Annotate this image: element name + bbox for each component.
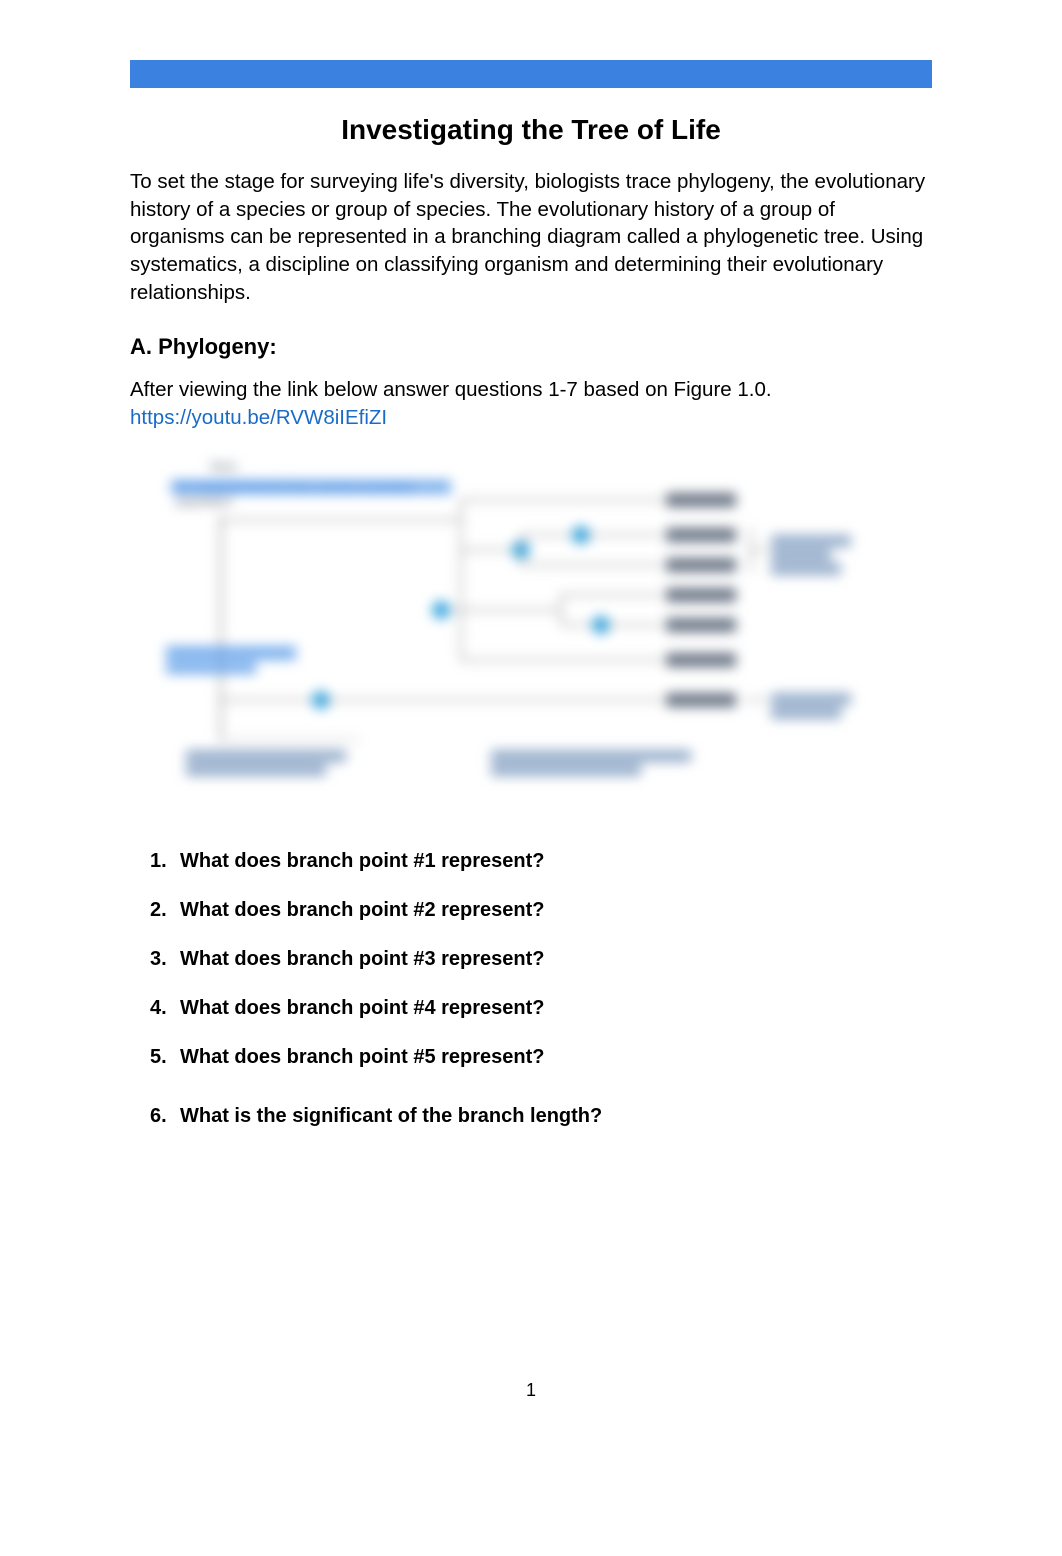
question-text: What does branch point #3 represent? [180,948,545,971]
question-number: 2. [150,899,180,922]
question-text: What does branch point #2 represent? [180,899,545,922]
page-number: 1 [526,1380,536,1401]
section-a-instruction: After viewing the link below answer ques… [130,376,932,404]
page-title: Investigating the Tree of Life [130,114,932,146]
question-number: 4. [150,997,180,1020]
question-4: 4. What does branch point #4 represent? [150,997,932,1020]
intro-paragraph: To set the stage for surveying life's di… [130,168,932,306]
svg-text:An unlabeled branch from commo: An unlabeled branch from common ancestra… [176,482,413,494]
question-text: What does branch point #4 represent? [180,997,545,1020]
question-text: What is the significant of the branch le… [180,1105,602,1128]
question-2: 2. What does branch point #2 represent? [150,899,932,922]
youtube-link[interactable]: https://youtu.be/RVW8iIEfiZI [130,406,387,430]
question-1: 1. What does branch point #1 represent? [150,850,932,873]
question-number: 3. [150,948,180,971]
document-page: Investigating the Tree of Life To set th… [0,0,1062,1556]
header-bar [130,60,932,88]
question-number: 5. [150,1046,180,1069]
svg-text:population: population [176,496,232,508]
question-text: What does branch point #1 represent? [180,850,545,873]
question-5: 5. What does branch point #5 represent? [150,1046,932,1069]
question-text: What does branch point #5 represent? [180,1046,545,1069]
section-a-heading: A. Phylogeny: [130,334,932,360]
question-number: 6. [150,1105,180,1128]
tree-svg: Root An unlabeled branch from common anc… [130,450,932,790]
question-3: 3. What does branch point #3 represent? [150,948,932,971]
questions-list: 1. What does branch point #1 represent? … [130,850,932,1128]
question-number: 1. [150,850,180,873]
phylogeny-diagram: Root An unlabeled branch from common anc… [130,450,932,790]
root-label: Root [211,461,236,473]
question-6: 6. What is the significant of the branch… [150,1105,932,1128]
